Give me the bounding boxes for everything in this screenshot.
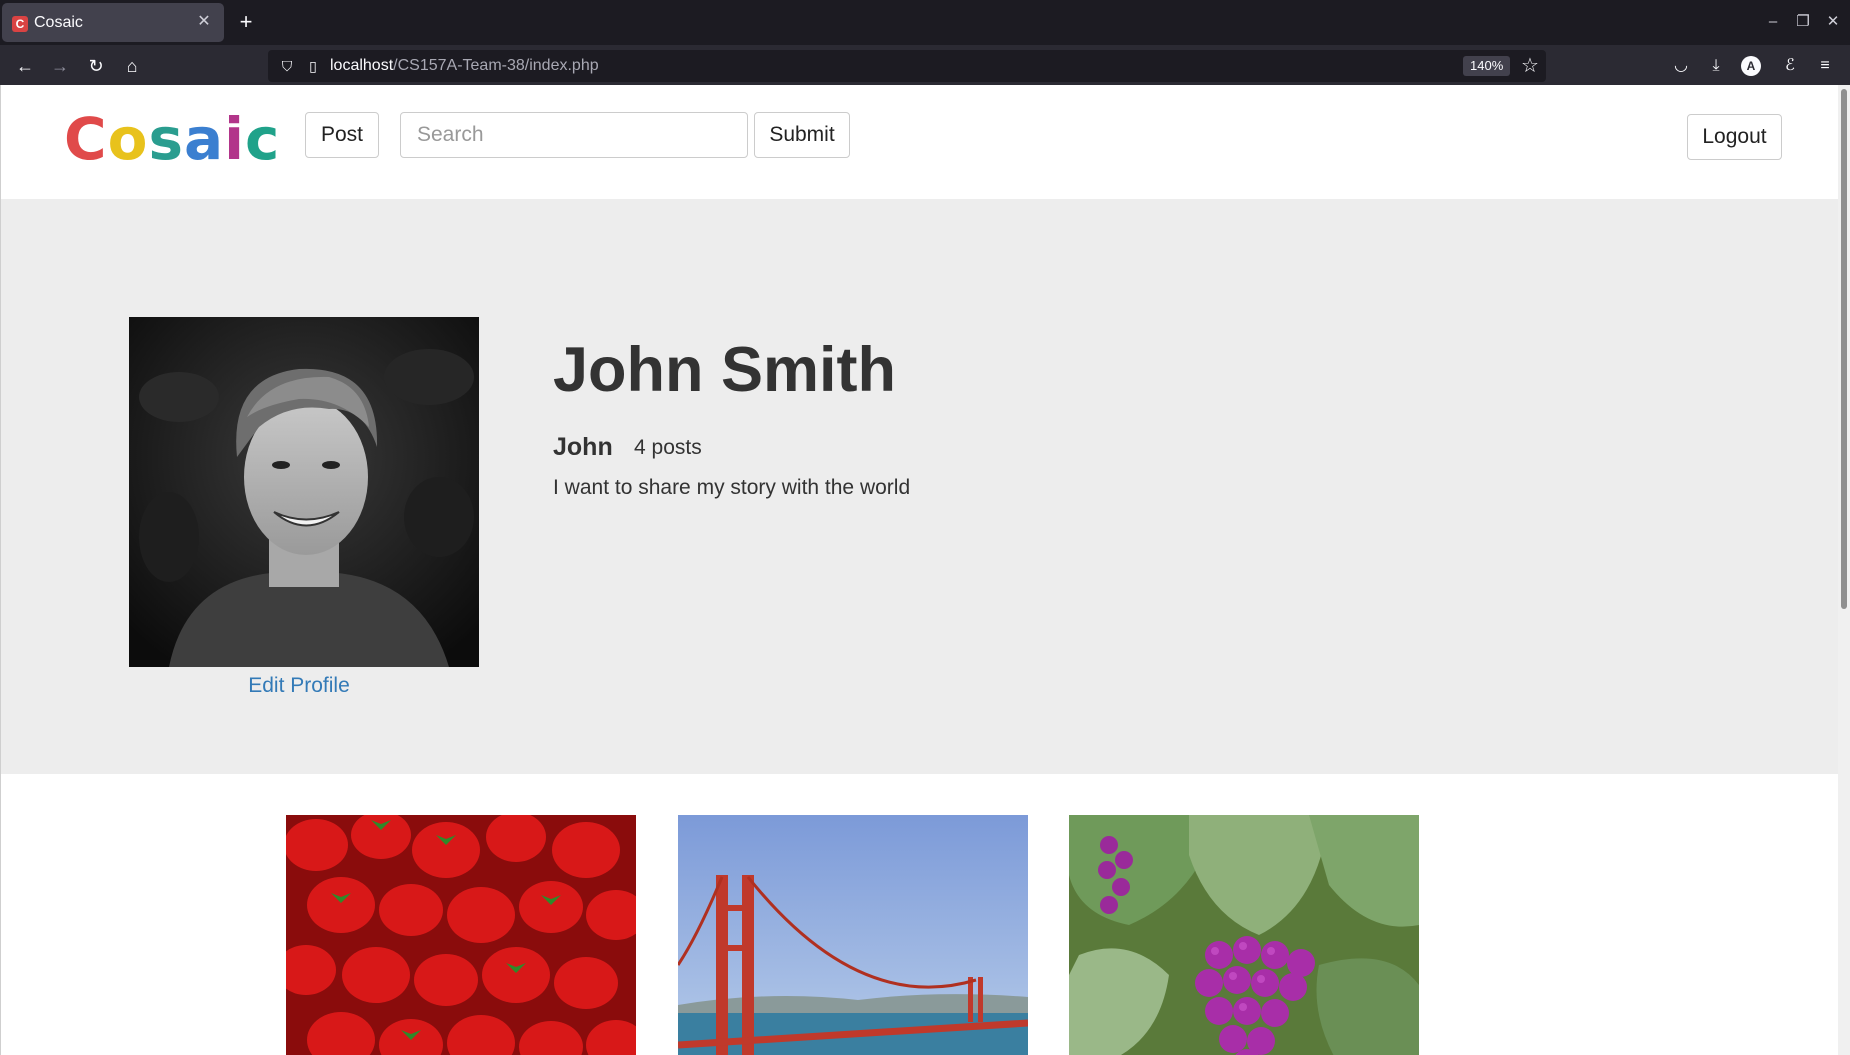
pocket-icon[interactable]: ◡ — [1667, 52, 1695, 80]
profile-post-count: 4 posts — [634, 436, 702, 459]
golden-gate-image — [678, 815, 1028, 1055]
profile-full-name: John Smith — [553, 335, 896, 405]
browser-tabbar: C Cosaic ✕ + – ❐ ✕ — [0, 0, 1850, 45]
page-scrollbar[interactable] — [1838, 85, 1850, 1055]
search-input[interactable] — [400, 112, 748, 158]
post-thumbnail-strawberries[interactable] — [286, 815, 636, 1055]
strawberries-image — [286, 815, 636, 1055]
post-thumbnail-grapes[interactable] — [1069, 815, 1419, 1055]
site-header: Cosaic Post Submit Logout — [1, 85, 1839, 199]
avatar-photo — [129, 317, 479, 667]
back-icon[interactable]: ← — [10, 51, 40, 81]
zoom-badge[interactable]: 140% — [1463, 56, 1511, 76]
favicon-icon: C — [12, 16, 28, 32]
url-host: localhost — [330, 57, 394, 74]
logo-letter: a — [183, 105, 225, 173]
page-info-icon[interactable]: ▯ — [304, 57, 322, 75]
submit-button[interactable]: Submit — [754, 112, 850, 158]
menu-icon[interactable]: ≡ — [1811, 52, 1839, 80]
post-button[interactable]: Post — [305, 112, 379, 158]
home-icon[interactable]: ⌂ — [117, 51, 147, 81]
logo-letter: c — [245, 105, 281, 173]
avatar — [129, 317, 479, 667]
page-viewport: Cosaic Post Submit Logout — [0, 85, 1839, 1055]
bookmark-star-icon[interactable]: ☆ — [1518, 54, 1542, 78]
tab-title: Cosaic — [34, 14, 83, 31]
forward-icon[interactable]: → — [45, 51, 75, 81]
logo-letter: C — [64, 105, 108, 173]
downloads-icon[interactable]: ⤓ — [1702, 52, 1730, 80]
new-tab-icon[interactable]: + — [233, 8, 259, 36]
browser-tab[interactable]: C Cosaic ✕ — [2, 3, 224, 42]
url-text[interactable]: localhost/CS157A-Team-38/index.php — [330, 57, 599, 75]
tracking-shield-icon[interactable]: ⛉ — [278, 57, 296, 75]
grapes-image — [1069, 815, 1419, 1055]
restore-icon[interactable]: ❐ — [1791, 10, 1815, 34]
logout-button[interactable]: Logout — [1687, 114, 1782, 160]
scrollbar-thumb[interactable] — [1841, 89, 1847, 609]
reload-icon[interactable]: ↻ — [81, 51, 111, 81]
account-icon[interactable]: A — [1741, 56, 1761, 76]
browser-navbar: ← → ↻ ⌂ ⛉ ▯ localhost/CS157A-Team-38/ind… — [0, 45, 1850, 85]
post-thumbnail-bridge[interactable] — [678, 815, 1028, 1055]
cosaic-logo[interactable]: Cosaic — [64, 109, 280, 169]
posts-grid — [1, 815, 1839, 1055]
profile-section: Edit Profile John Smith John 4 posts I w… — [1, 199, 1839, 774]
close-window-icon[interactable]: ✕ — [1821, 10, 1845, 34]
minimize-icon[interactable]: – — [1761, 10, 1785, 34]
logo-letter: s — [148, 105, 184, 173]
logo-letter: o — [107, 105, 149, 173]
url-path: /CS157A-Team-38/index.php — [393, 57, 599, 74]
address-bar[interactable]: ⛉ ▯ localhost/CS157A-Team-38/index.php 1… — [268, 50, 1546, 82]
edit-profile-link[interactable]: Edit Profile — [129, 674, 469, 698]
logo-letter: i — [224, 105, 245, 173]
profile-bio: I want to share my story with the world — [553, 476, 911, 499]
close-tab-icon[interactable]: ✕ — [192, 10, 216, 34]
profile-username: John — [553, 433, 613, 461]
extension-icon[interactable]: ℰ — [1776, 52, 1804, 80]
